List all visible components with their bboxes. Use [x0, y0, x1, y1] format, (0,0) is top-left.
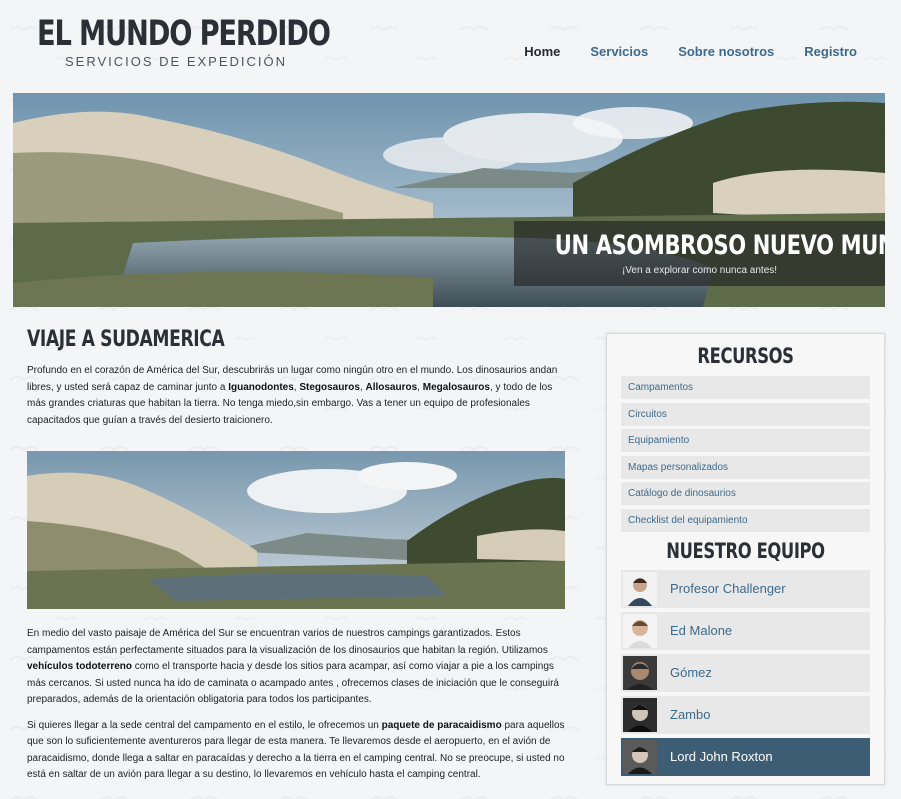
avatar [623, 571, 657, 606]
resource-link-checklist[interactable]: Checklist del equipamiento [621, 508, 870, 532]
resource-link-mapas[interactable]: Mapas personalizados [621, 455, 870, 479]
team-list: Profesor Challenger Ed Malone Gómez Zamb… [621, 569, 870, 776]
team-member[interactable]: Zambo [621, 695, 870, 734]
avatar [623, 739, 657, 774]
content-landscape-image [27, 451, 565, 609]
site-logo[interactable]: EL MUNDO PERDIDO SERVICIOS DE EXPEDICIÓN [37, 14, 331, 69]
team-member[interactable]: Profesor Challenger [621, 569, 870, 608]
avatar [623, 655, 657, 690]
bold-term: Megalosauros [422, 381, 490, 393]
member-name: Profesor Challenger [670, 581, 786, 596]
member-name: Zambo [670, 707, 711, 722]
bold-term: paquete de paracaidismo [381, 719, 502, 731]
resources-list: Campamentos Circuitos Equipamiento Mapas… [621, 376, 870, 532]
hero-title: UN ASOMBROSO NUEVO MUNDO [554, 230, 885, 261]
hero-banner: UN ASOMBROSO NUEVO MUNDO ¡Ven a explorar… [13, 93, 885, 307]
intro-paragraph: Profundo en el corazón de América del Su… [27, 363, 567, 429]
skydiving-paragraph: Si quieres llegar a la sede central del … [27, 718, 567, 784]
text: En medio del vasto paisaje de América de… [27, 628, 548, 656]
resource-link-equipamiento[interactable]: Equipamiento [621, 429, 870, 452]
resource-link-circuitos[interactable]: Circuitos [621, 402, 870, 426]
bold-term: Allosauros [365, 381, 418, 393]
team-member[interactable]: Ed Malone [621, 611, 870, 650]
text: Si quieres llegar a la sede central del … [27, 719, 382, 731]
bold-term: Iguanodontes [228, 381, 294, 393]
resource-link-catalogo[interactable]: Catálogo de dinosaurios [621, 482, 870, 505]
team-title: NUESTRO EQUIPO [666, 538, 825, 563]
main-content: VIAJE A SUDAMERICA Profundo en el corazó… [27, 326, 567, 784]
team-member-active[interactable]: Lord John Roxton [621, 737, 870, 776]
hero-caption: UN ASOMBROSO NUEVO MUNDO ¡Ven a explorar… [514, 221, 885, 286]
nav-registro[interactable]: Registro [804, 44, 857, 59]
page-title: VIAJE A SUDAMERICA [27, 327, 225, 352]
resources-title: RECURSOS [697, 344, 794, 368]
sidebar: RECURSOS Campamentos Circuitos Equipamie… [606, 333, 885, 785]
avatar [623, 613, 657, 648]
nav-sobre-nosotros[interactable]: Sobre nosotros [678, 44, 774, 59]
nav-servicios[interactable]: Servicios [590, 44, 648, 59]
bold-term: Stegosauros [299, 381, 360, 393]
camps-paragraph: En medio del vasto paisaje de América de… [27, 626, 567, 709]
logo-title: EL MUNDO PERDIDO [37, 14, 331, 54]
member-name: Gómez [670, 665, 712, 680]
bold-term: vehículos todoterreno [27, 661, 133, 672]
nav-home[interactable]: Home [524, 44, 560, 59]
member-name: Ed Malone [670, 623, 733, 638]
hero-subtitle: ¡Ven a explorar como nunca antes! [621, 265, 778, 276]
avatar [623, 697, 657, 732]
main-nav: Home Servicios Sobre nosotros Registro [524, 44, 857, 59]
team-member[interactable]: Gómez [621, 653, 870, 692]
member-name: Lord John Roxton [670, 749, 773, 764]
logo-subtitle: SERVICIOS DE EXPEDICIÓN [65, 54, 288, 69]
resource-link-campamentos[interactable]: Campamentos [621, 376, 870, 399]
